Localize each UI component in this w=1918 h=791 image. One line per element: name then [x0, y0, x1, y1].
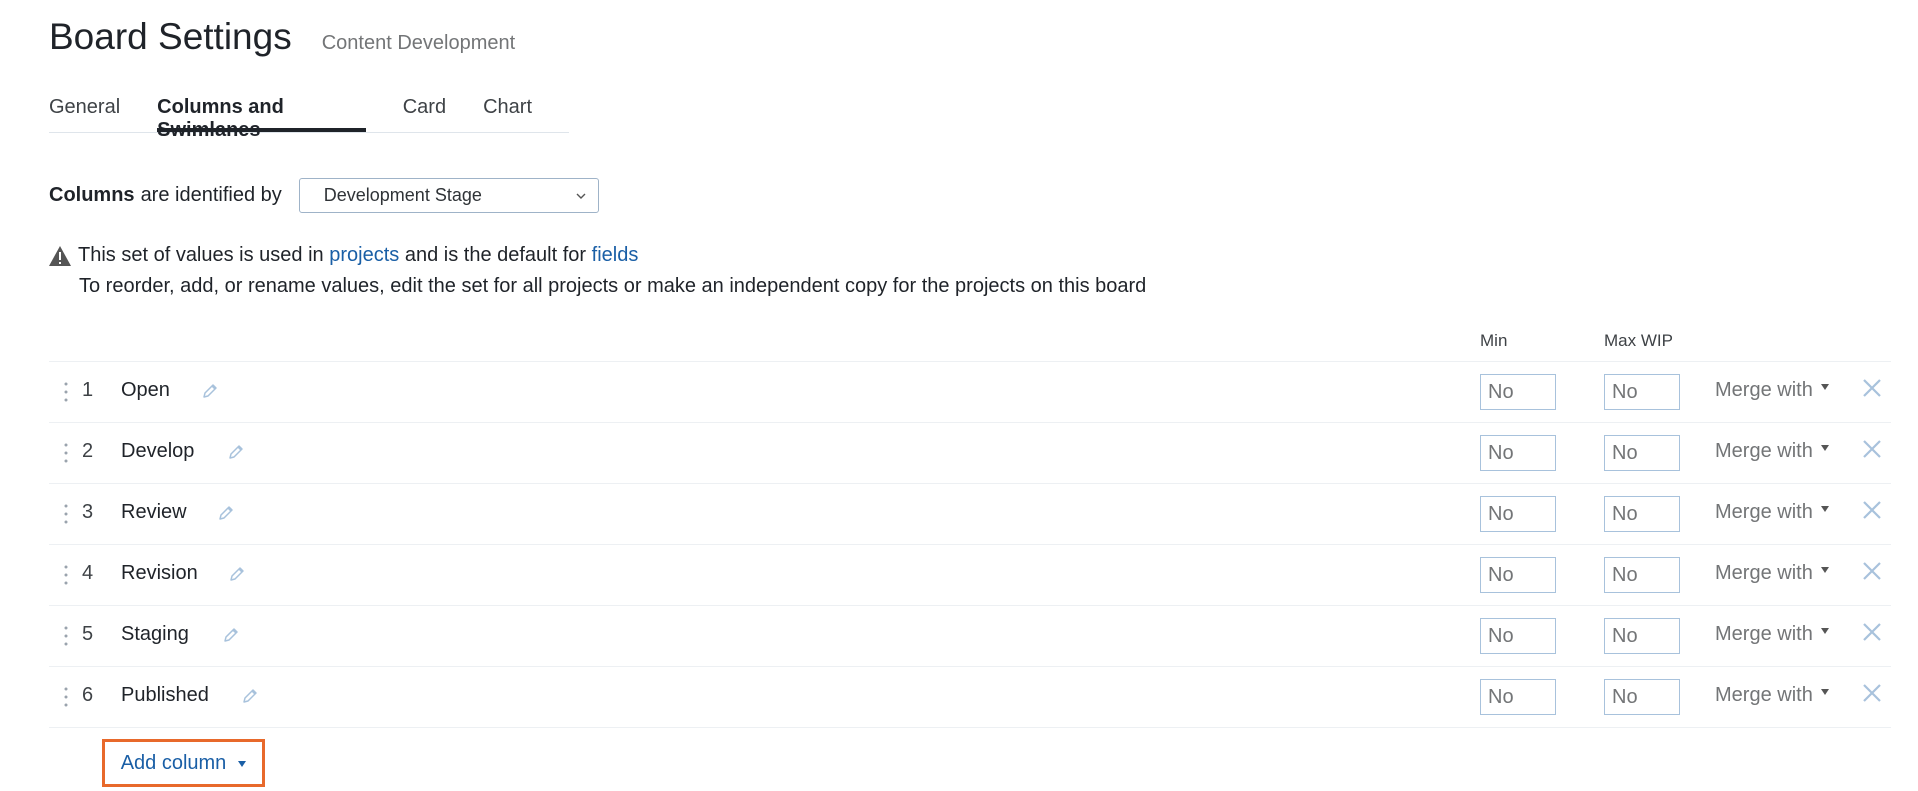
min-header: Min [1480, 331, 1508, 350]
table-row: 2 Develop Merge with [49, 422, 1891, 483]
column-name: Review [121, 501, 187, 523]
merge-with-label: Merge with [1715, 501, 1813, 523]
warning-icon [49, 245, 71, 266]
table-row: 5 Staging Merge with [49, 605, 1891, 666]
max-wip-input[interactable] [1604, 435, 1680, 471]
table-row: 6 Published Merge with [49, 666, 1891, 728]
caret-down-icon [1820, 445, 1829, 451]
columns-table: 1 Open Merge with 2 Develop Merge with 3… [49, 361, 1891, 728]
drag-handle-icon[interactable] [64, 625, 68, 647]
merge-with-label: Merge with [1715, 379, 1813, 401]
drag-handle-icon[interactable] [64, 442, 68, 464]
notice-text-3: To reorder, add, or rename values, edit … [79, 275, 1147, 297]
merge-with-dropdown[interactable]: Merge with [1715, 440, 1829, 463]
drag-handle-icon[interactable] [64, 564, 68, 586]
max-wip-input[interactable] [1604, 679, 1680, 715]
settings-tabs: General Columns and Swimlanes Card Chart [49, 94, 569, 141]
max-wip-input[interactable] [1604, 374, 1680, 410]
tab-card[interactable]: Card [403, 94, 446, 132]
close-icon[interactable] [1861, 682, 1883, 704]
columns-identified-by: Columns are identified by Development St… [49, 178, 599, 213]
caret-down-icon [238, 761, 247, 767]
columns-label: Columns [49, 184, 135, 206]
identified-by-text: are identified by [140, 184, 282, 206]
pencil-icon[interactable] [240, 686, 260, 706]
column-name: Staging [121, 623, 189, 645]
column-number: 6 [82, 684, 94, 706]
page-header: Board Settings Content Development [49, 16, 515, 58]
close-icon[interactable] [1861, 560, 1883, 582]
min-input[interactable] [1480, 557, 1556, 593]
merge-with-label: Merge with [1715, 623, 1813, 645]
min-input[interactable] [1480, 618, 1556, 654]
merge-with-dropdown[interactable]: Merge with [1715, 501, 1829, 524]
close-icon[interactable] [1861, 377, 1883, 399]
min-input[interactable] [1480, 435, 1556, 471]
column-name: Revision [121, 562, 198, 584]
projects-link[interactable]: projects [329, 240, 399, 271]
pencil-icon[interactable] [227, 564, 247, 584]
column-field-value: Development Stage [323, 185, 482, 205]
caret-down-icon [1820, 567, 1829, 573]
tab-chart[interactable]: Chart [483, 94, 532, 132]
column-number: 2 [82, 440, 94, 462]
tab-columns-and-swimlanes[interactable]: Columns and Swimlanes [157, 94, 366, 141]
close-icon[interactable] [1861, 499, 1883, 521]
pencil-icon[interactable] [200, 381, 220, 401]
column-field-select[interactable]: Development Stage [298, 178, 599, 213]
min-input[interactable] [1480, 679, 1556, 715]
drag-handle-icon[interactable] [64, 381, 68, 403]
min-input[interactable] [1480, 496, 1556, 532]
close-icon[interactable] [1861, 621, 1883, 643]
column-name: Develop [121, 440, 195, 462]
page-title: Board Settings [49, 16, 292, 57]
column-name: Open [121, 379, 170, 401]
merge-with-dropdown[interactable]: Merge with [1715, 379, 1829, 402]
notice-text-2: and is the default for [404, 244, 587, 266]
max-wip-input[interactable] [1604, 618, 1680, 654]
board-settings-page: Board Settings Content Development Gener… [0, 0, 1918, 791]
caret-down-icon [1820, 689, 1829, 695]
tab-general[interactable]: General [49, 94, 120, 132]
chevron-down-icon [576, 193, 586, 199]
fields-link[interactable]: fields [592, 240, 639, 271]
board-name: Content Development [321, 32, 516, 54]
merge-with-dropdown[interactable]: Merge with [1715, 684, 1829, 707]
caret-down-icon [1820, 628, 1829, 634]
caret-down-icon [1820, 384, 1829, 390]
max-wip-header: Max WIP [1604, 331, 1673, 350]
pencil-icon[interactable] [226, 442, 246, 462]
drag-handle-icon[interactable] [64, 503, 68, 525]
column-name: Published [121, 684, 209, 706]
column-number: 4 [82, 562, 94, 584]
merge-with-label: Merge with [1715, 684, 1813, 706]
column-number: 3 [82, 501, 94, 523]
add-column-label: Add column [120, 751, 227, 774]
table-row: 3 Review Merge with [49, 483, 1891, 544]
max-wip-input[interactable] [1604, 557, 1680, 593]
merge-with-label: Merge with [1715, 440, 1813, 462]
table-row: 4 Revision Merge with [49, 544, 1891, 605]
shared-values-notice: This set of values is used in projects a… [48, 240, 1146, 302]
notice-text-1: This set of values is used in [78, 244, 324, 266]
merge-with-dropdown[interactable]: Merge with [1715, 623, 1829, 646]
column-number: 5 [82, 623, 94, 645]
column-number: 1 [82, 379, 94, 401]
pencil-icon[interactable] [221, 625, 241, 645]
add-column-button[interactable]: Add column [102, 739, 265, 787]
pencil-icon[interactable] [216, 503, 236, 523]
max-wip-input[interactable] [1604, 496, 1680, 532]
merge-with-dropdown[interactable]: Merge with [1715, 562, 1829, 585]
table-row: 1 Open Merge with [49, 361, 1891, 422]
caret-down-icon [1820, 506, 1829, 512]
close-icon[interactable] [1861, 438, 1883, 460]
merge-with-label: Merge with [1715, 562, 1813, 584]
drag-handle-icon[interactable] [64, 686, 68, 708]
min-input[interactable] [1480, 374, 1556, 410]
